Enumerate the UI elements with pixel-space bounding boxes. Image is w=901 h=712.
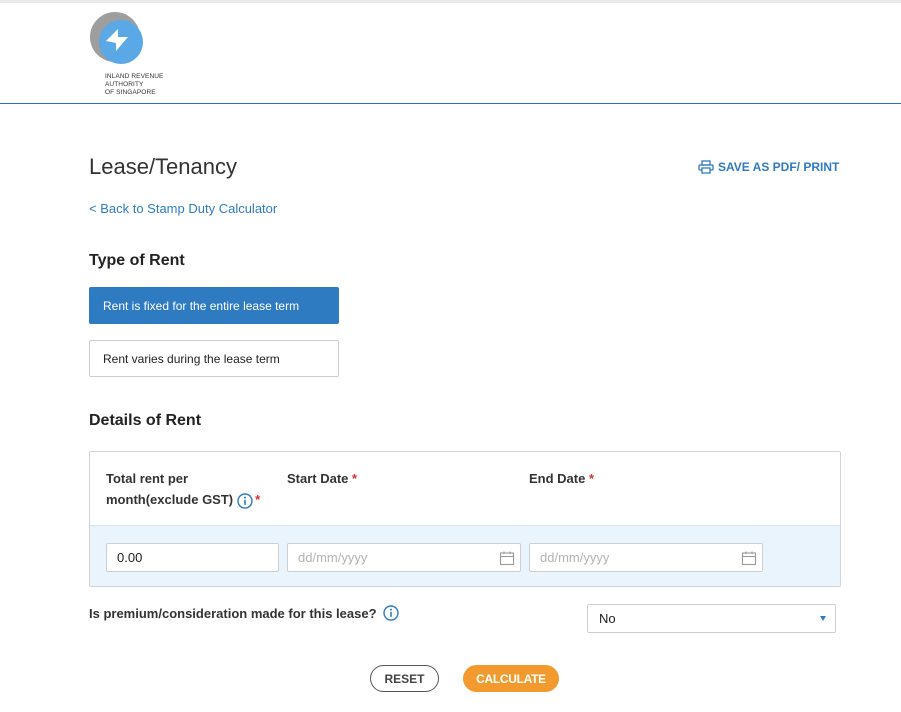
end-date-label-text: End Date [529,471,586,486]
printer-icon [698,160,714,174]
total-rent-label-line2: month(exclude GST) [106,492,234,507]
required-marker: * [255,492,261,507]
total-rent-label-line1: Total rent per [106,471,189,486]
calculate-button[interactable]: CALCULATE [463,665,559,692]
save-pdf-label: SAVE AS PDF/ PRINT [718,160,840,174]
info-icon[interactable] [237,492,253,509]
logo-text: INLAND REVENUE AUTHORITY OF SINGAPORE [105,73,164,96]
details-of-rent-heading: Details of Rent [89,412,202,429]
page-title: Lease/Tenancy [89,154,237,179]
rent-varies-option[interactable]: Rent varies during the lease term [89,340,339,377]
rent-fixed-option[interactable]: Rent is fixed for the entire lease term [89,287,339,324]
info-icon[interactable] [382,605,399,621]
start-date-input[interactable]: dd/mm/yyyy [287,543,521,572]
start-date-label-text: Start Date [287,471,349,486]
end-date-placeholder: dd/mm/yyyy [540,550,610,565]
rent-details-header: Total rent per month(exclude GST) * Start… [90,452,840,526]
required-marker: * [352,471,358,486]
iras-logo[interactable]: INLAND REVENUE AUTHORITY OF SINGAPORE [88,11,208,103]
required-marker: * [588,471,595,486]
start-date-label: Start Date * [287,468,357,489]
rent-details-panel: Total rent per month(exclude GST) * Start… [89,451,841,587]
logo-emblem-icon [90,12,143,64]
total-rent-input[interactable]: 0.00 [106,543,279,572]
total-rent-label: Total rent per month(exclude GST) * [106,468,260,510]
save-pdf-print-link[interactable]: SAVE AS PDF/ PRINT [698,160,839,174]
end-date-label: End Date * [529,468,594,489]
site-header: INLAND REVENUE AUTHORITY OF SINGAPORE [0,3,901,104]
premium-question-text: Is premium/consideration made for this l… [89,605,377,621]
chevron-down-icon [820,616,826,621]
premium-select[interactable]: No [587,604,836,633]
reset-button[interactable]: RESET [370,665,439,692]
calendar-icon[interactable] [741,550,757,566]
calendar-icon[interactable] [499,550,515,566]
premium-question: Is premium/consideration made for this l… [89,605,401,621]
type-of-rent-heading: Type of Rent [89,252,185,269]
start-date-placeholder: dd/mm/yyyy [298,550,368,565]
rent-details-inputs-row: 0.00 dd/mm/yyyy dd/mm/yyyy [90,526,840,586]
end-date-input[interactable]: dd/mm/yyyy [529,543,763,572]
premium-select-value: No [599,611,616,626]
back-to-calculator-link[interactable]: < Back to Stamp Duty Calculator [89,201,277,216]
